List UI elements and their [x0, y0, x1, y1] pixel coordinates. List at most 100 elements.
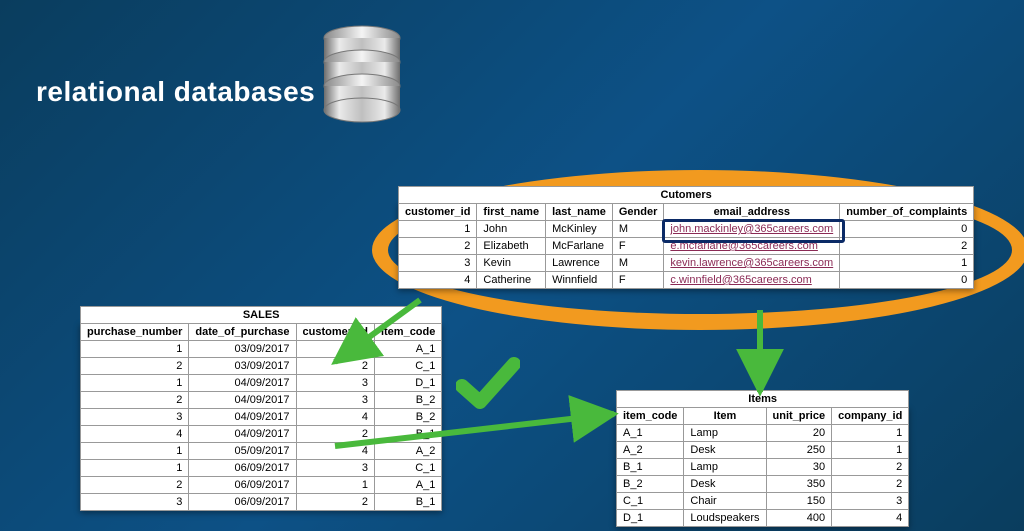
items-col: item_code [617, 408, 684, 425]
cell: D_1 [374, 375, 441, 392]
cell: F [612, 272, 664, 289]
customers-col: Gender [612, 204, 664, 221]
cell: Chair [684, 493, 766, 510]
sales-col: item_code [374, 324, 441, 341]
email-cell: e.mcfarlane@365careers.com [664, 238, 840, 255]
table-row: 404/09/20172B_1 [81, 426, 442, 443]
cell: 2 [832, 476, 909, 493]
cell: 2 [840, 238, 974, 255]
cell: 3 [81, 409, 189, 426]
sales-col: customer_id [296, 324, 374, 341]
cell: McFarlane [546, 238, 613, 255]
cell: Lawrence [546, 255, 613, 272]
table-row: B_2Desk3502 [617, 476, 909, 493]
cell: McKinley [546, 221, 613, 238]
table-row: 105/09/20174A_2 [81, 443, 442, 460]
email-link[interactable]: e.mcfarlane@365careers.com [670, 240, 818, 252]
cell: 250 [766, 442, 832, 459]
cell: 2 [81, 358, 189, 375]
cell: John [477, 221, 546, 238]
cell: C_1 [374, 460, 441, 477]
sales-table: SALES purchase_numberdate_of_purchasecus… [80, 306, 442, 511]
table-row: 1JohnMcKinleyMjohn.mackinley@365careers.… [399, 221, 974, 238]
cell: A_1 [617, 425, 684, 442]
customers-col: number_of_complaints [840, 204, 974, 221]
cell: Kevin [477, 255, 546, 272]
cell: A_1 [374, 341, 441, 358]
cell: F [612, 238, 664, 255]
email-link[interactable]: john.mackinley@365careers.com [670, 223, 833, 235]
cell: 04/09/2017 [189, 375, 296, 392]
cell: 2 [296, 358, 374, 375]
customers-col: last_name [546, 204, 613, 221]
table-row: D_1Loudspeakers4004 [617, 510, 909, 527]
customers-col: email_address [664, 204, 840, 221]
cell: 1 [296, 341, 374, 358]
cell: 1 [296, 477, 374, 494]
table-row: 204/09/20173B_2 [81, 392, 442, 409]
cell: 06/09/2017 [189, 460, 296, 477]
cell: 2 [296, 426, 374, 443]
items-table-wrap: Items item_codeItemunit_pricecompany_id … [616, 390, 909, 527]
table-row: 2ElizabethMcFarlaneFe.mcfarlane@365caree… [399, 238, 974, 255]
cell: B_1 [617, 459, 684, 476]
cell: 05/09/2017 [189, 443, 296, 460]
table-row: 3KevinLawrenceMkevin.lawrence@365careers… [399, 255, 974, 272]
cell: D_1 [617, 510, 684, 527]
cell: Winnfield [546, 272, 613, 289]
email-cell: john.mackinley@365careers.com [664, 221, 840, 238]
customers-table-wrap: Cutomers customer_idfirst_namelast_nameG… [398, 186, 974, 289]
cell: 1 [832, 442, 909, 459]
table-row: C_1Chair1503 [617, 493, 909, 510]
table-row: 304/09/20174B_2 [81, 409, 442, 426]
cell: 3 [296, 460, 374, 477]
cell: 2 [832, 459, 909, 476]
items-col: company_id [832, 408, 909, 425]
cell: 1 [81, 443, 189, 460]
page-title: relational databases [36, 76, 315, 108]
sales-table-wrap: SALES purchase_numberdate_of_purchasecus… [80, 306, 442, 511]
email-cell: kevin.lawrence@365careers.com [664, 255, 840, 272]
customers-table: Cutomers customer_idfirst_namelast_nameG… [398, 186, 974, 289]
cell: 2 [399, 238, 477, 255]
items-caption: Items [616, 390, 909, 407]
cell: 1 [399, 221, 477, 238]
cell: Desk [684, 476, 766, 493]
cell: 3 [399, 255, 477, 272]
table-row: 306/09/20172B_1 [81, 494, 442, 511]
table-row: 4CatherineWinnfieldFc.winnfield@365caree… [399, 272, 974, 289]
cell: Catherine [477, 272, 546, 289]
sales-col: date_of_purchase [189, 324, 296, 341]
cell: 04/09/2017 [189, 426, 296, 443]
cell: 1 [81, 341, 189, 358]
items-table: Items item_codeItemunit_pricecompany_id … [616, 390, 909, 527]
cell: 30 [766, 459, 832, 476]
items-col: Item [684, 408, 766, 425]
table-row: A_1Lamp201 [617, 425, 909, 442]
table-row: 103/09/20171A_1 [81, 341, 442, 358]
items-col: unit_price [766, 408, 832, 425]
email-cell: c.winnfield@365careers.com [664, 272, 840, 289]
database-icon [320, 24, 404, 124]
cell: B_2 [617, 476, 684, 493]
cell: 1 [840, 255, 974, 272]
email-link[interactable]: kevin.lawrence@365careers.com [670, 257, 833, 269]
cell: B_2 [374, 409, 441, 426]
cell: 4 [832, 510, 909, 527]
table-row: 206/09/20171A_1 [81, 477, 442, 494]
cell: 03/09/2017 [189, 358, 296, 375]
cell: 03/09/2017 [189, 341, 296, 358]
table-row: A_2Desk2501 [617, 442, 909, 459]
table-row: 104/09/20173D_1 [81, 375, 442, 392]
cell: Desk [684, 442, 766, 459]
cell: 3 [832, 493, 909, 510]
cell: 4 [399, 272, 477, 289]
cell: 04/09/2017 [189, 409, 296, 426]
cell: 1 [81, 460, 189, 477]
email-link[interactable]: c.winnfield@365careers.com [670, 274, 811, 286]
cell: 06/09/2017 [189, 477, 296, 494]
cell: 4 [81, 426, 189, 443]
cell: A_2 [374, 443, 441, 460]
cell: B_2 [374, 392, 441, 409]
sales-caption: SALES [80, 306, 442, 323]
